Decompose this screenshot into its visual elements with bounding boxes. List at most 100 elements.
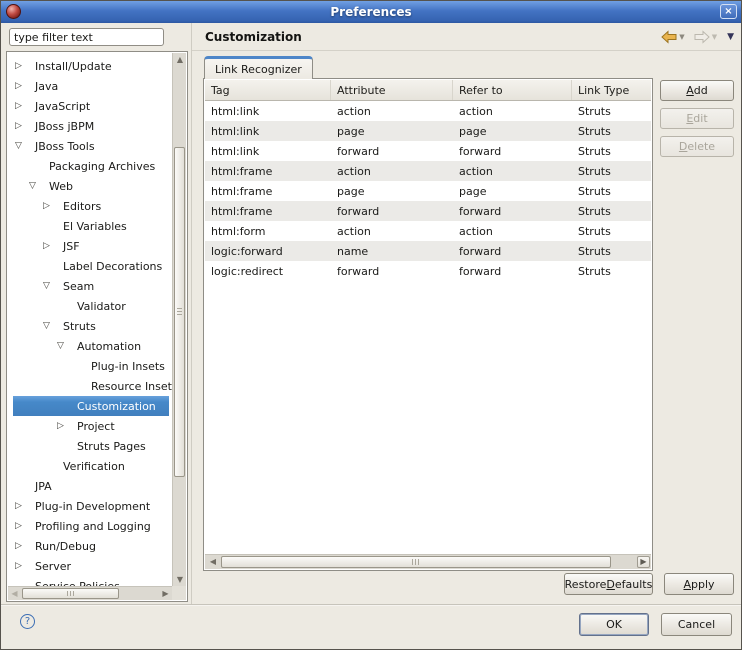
expanded-expander-icon[interactable]: ▽ [43, 322, 60, 331]
table-cell: action [453, 221, 572, 241]
tree-horizontal-scrollbar[interactable]: ◀ ▶ [8, 586, 172, 600]
tree-item-plug-in-development[interactable]: ▷Plug-in Development [8, 496, 172, 516]
table-cell: Struts [572, 241, 651, 261]
scroll-down-icon[interactable]: ▼ [173, 573, 187, 586]
collapsed-expander-icon[interactable]: ▷ [43, 242, 60, 251]
table-cell: action [331, 221, 453, 241]
collapsed-expander-icon[interactable]: ▷ [15, 122, 32, 131]
tree-item-install-update[interactable]: ▷Install/Update [8, 56, 172, 76]
collapsed-expander-icon[interactable]: ▷ [15, 82, 32, 91]
tree-vscroll-thumb[interactable] [174, 147, 185, 477]
scrollbar-corner [172, 586, 186, 600]
tree-item-javascript[interactable]: ▷JavaScript [8, 96, 172, 116]
tree-item-label: Service Policies [32, 579, 123, 587]
table-row[interactable]: logic:forwardnameforwardStruts [205, 241, 651, 261]
tree-item-verification[interactable]: Verification [8, 456, 172, 476]
tree-item-label: Struts Pages [74, 439, 149, 454]
table-row[interactable]: html:linkpagepageStruts [205, 121, 651, 141]
cancel-button[interactable]: Cancel [661, 613, 732, 636]
scroll-left-icon[interactable]: ◀ [8, 587, 21, 601]
scroll-left-icon[interactable]: ◀ [206, 555, 220, 568]
table-horizontal-scrollbar[interactable]: ◀ ▶ [205, 554, 651, 569]
expanded-expander-icon[interactable]: ▽ [15, 142, 32, 151]
tree-hscroll-thumb[interactable] [22, 588, 119, 599]
tree-item-label: Profiling and Logging [32, 519, 154, 534]
column-header-attribute[interactable]: Attribute [331, 80, 453, 100]
view-menu-icon[interactable]: ▼ [727, 33, 734, 42]
forward-arrow-icon[interactable] [694, 30, 710, 44]
collapsed-expander-icon[interactable]: ▷ [43, 202, 60, 211]
collapsed-expander-icon[interactable]: ▷ [15, 522, 32, 531]
tree-item-resource-insets[interactable]: Resource Insets [8, 376, 172, 396]
tree-item-el-variables[interactable]: El Variables [8, 216, 172, 236]
tree-item-service-policies[interactable]: Service Policies [8, 576, 172, 586]
tree-item-validator[interactable]: Validator [8, 296, 172, 316]
tree-item-plug-in-insets[interactable]: Plug-in Insets [8, 356, 172, 376]
preference-tree: ▷Install/Update▷Java▷JavaScript▷JBoss jB… [6, 51, 188, 602]
tree-item-web[interactable]: ▽Web [8, 176, 172, 196]
ok-button[interactable]: OK [579, 613, 649, 636]
expanded-expander-icon[interactable]: ▽ [43, 282, 60, 291]
add-button[interactable]: Add [660, 80, 734, 101]
collapsed-expander-icon[interactable]: ▷ [57, 422, 74, 431]
tree-item-profiling-and-logging[interactable]: ▷Profiling and Logging [8, 516, 172, 536]
delete-button[interactable]: Delete [660, 136, 734, 157]
expanded-expander-icon[interactable]: ▽ [57, 342, 74, 351]
tree-item-java[interactable]: ▷Java [8, 76, 172, 96]
table-cell: page [453, 181, 572, 201]
collapsed-expander-icon[interactable]: ▷ [15, 502, 32, 511]
expanded-expander-icon[interactable]: ▽ [29, 182, 46, 191]
filter-input[interactable] [9, 28, 164, 46]
scroll-right-icon[interactable]: ▶ [637, 556, 650, 568]
tree-item-struts[interactable]: ▽Struts [8, 316, 172, 336]
help-icon[interactable]: ? [20, 614, 35, 629]
apply-button[interactable]: Apply [664, 573, 734, 595]
back-arrow-icon[interactable] [661, 30, 677, 44]
table-cell: logic:redirect [205, 261, 331, 281]
collapsed-expander-icon[interactable]: ▷ [15, 562, 32, 571]
restore-defaults-button[interactable]: Restore Defaults [564, 573, 653, 595]
tree-item-struts-pages[interactable]: Struts Pages [8, 436, 172, 456]
collapsed-expander-icon[interactable]: ▷ [15, 102, 32, 111]
table-cell: page [331, 181, 453, 201]
table-row[interactable]: html:frameactionactionStruts [205, 161, 651, 181]
edit-button[interactable]: Edit [660, 108, 734, 129]
tree-item-server[interactable]: ▷Server [8, 556, 172, 576]
tab-link-recognizer[interactable]: Link Recognizer [204, 56, 313, 79]
column-header-link-type[interactable]: Link Type [572, 80, 651, 100]
titlebar[interactable]: Preferences × [1, 1, 741, 23]
cancel-label: Cancel [678, 618, 715, 631]
tree-item-packaging-archives[interactable]: Packaging Archives [8, 156, 172, 176]
column-header-refer-to[interactable]: Refer to [453, 80, 572, 100]
table-row[interactable]: html:linkactionactionStruts [205, 101, 651, 121]
table-row[interactable]: html:frameforwardforwardStruts [205, 201, 651, 221]
tree-item-jboss-tools[interactable]: ▽JBoss Tools [8, 136, 172, 156]
tree-item-project[interactable]: ▷Project [8, 416, 172, 436]
scroll-up-icon[interactable]: ▲ [173, 53, 187, 66]
tree-item-jsf[interactable]: ▷JSF [8, 236, 172, 256]
tree-item-run-debug[interactable]: ▷Run/Debug [8, 536, 172, 556]
tree-item-automation[interactable]: ▽Automation [8, 336, 172, 356]
tree-item-editors[interactable]: ▷Editors [8, 196, 172, 216]
back-history-chevron-icon[interactable]: ▼ [679, 34, 684, 41]
table-hscroll-thumb[interactable] [221, 556, 611, 568]
forward-history-chevron-icon[interactable]: ▼ [712, 34, 717, 41]
tree-item-customization[interactable]: Customization [8, 396, 172, 416]
table-row[interactable]: html:formactionactionStruts [205, 221, 651, 241]
tree-item-jpa[interactable]: JPA [8, 476, 172, 496]
tree-vertical-scrollbar[interactable]: ▲ ▼ [172, 53, 186, 586]
tree-item-label: Resource Insets [88, 379, 172, 394]
tree-item-label-decorations[interactable]: Label Decorations [8, 256, 172, 276]
collapsed-expander-icon[interactable]: ▷ [15, 62, 32, 71]
column-header-tag[interactable]: Tag [205, 80, 331, 100]
collapsed-expander-icon[interactable]: ▷ [15, 542, 32, 551]
table-row[interactable]: logic:redirectforwardforwardStruts [205, 261, 651, 281]
close-icon[interactable]: × [720, 4, 737, 19]
tree-item-label: JPA [32, 479, 55, 494]
tree-item-seam[interactable]: ▽Seam [8, 276, 172, 296]
table-row[interactable]: html:linkforwardforwardStruts [205, 141, 651, 161]
scroll-right-icon[interactable]: ▶ [159, 587, 172, 601]
tree-item-jboss-jbpm[interactable]: ▷JBoss jBPM [8, 116, 172, 136]
table-row[interactable]: html:framepagepageStruts [205, 181, 651, 201]
table-cell: page [331, 121, 453, 141]
